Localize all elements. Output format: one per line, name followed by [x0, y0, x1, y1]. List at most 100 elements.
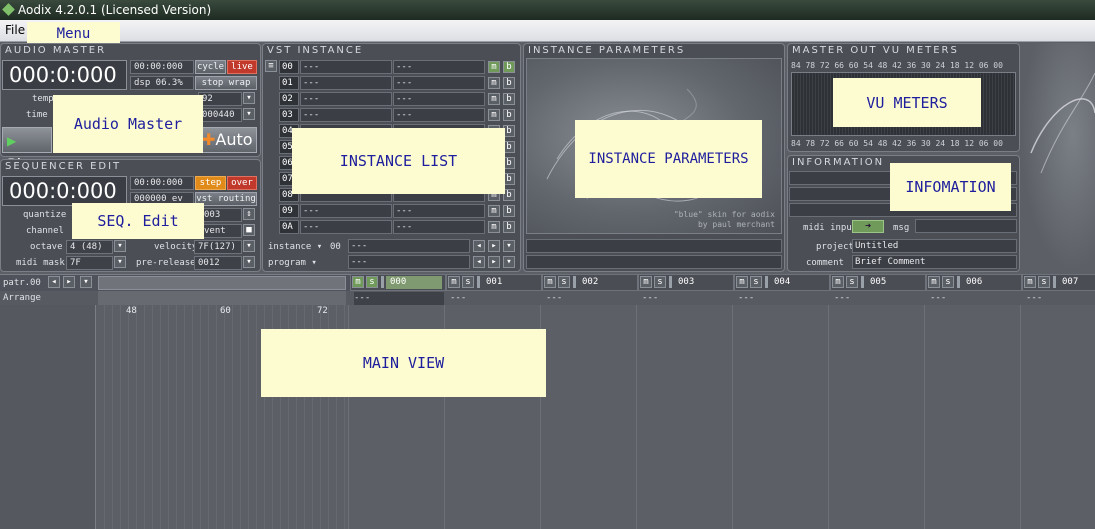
- instance-mute-button[interactable]: m: [488, 77, 500, 89]
- track-column[interactable]: [828, 305, 924, 529]
- track-mute-button[interactable]: m: [640, 276, 652, 288]
- channel-toggle-icon[interactable]: ■: [243, 224, 255, 236]
- track-arrange-cell[interactable]: ---: [834, 292, 924, 305]
- track-arrange-cell[interactable]: ---: [930, 292, 1020, 305]
- instance-bypass-button[interactable]: b: [503, 109, 515, 121]
- project-value[interactable]: Untitled: [852, 239, 1017, 253]
- octave-dropdown-icon[interactable]: ▾: [114, 240, 126, 252]
- instance-bypass-button[interactable]: b: [503, 61, 515, 73]
- instance-row-number[interactable]: 09: [279, 204, 299, 218]
- instance-bypass-button[interactable]: b: [503, 205, 515, 217]
- time-signature-value[interactable]: 000440: [198, 108, 242, 122]
- track-number[interactable]: 001: [482, 276, 538, 289]
- instance-row-number[interactable]: 02: [279, 92, 299, 106]
- pattern-next-icon[interactable]: ▸: [63, 276, 75, 288]
- stop-wrap-button[interactable]: stop wrap: [195, 76, 257, 90]
- instance-mute-button[interactable]: m: [488, 109, 500, 121]
- track-number[interactable]: 002: [578, 276, 634, 289]
- track-number[interactable]: 000: [386, 276, 442, 289]
- instance-row-number[interactable]: 01: [279, 76, 299, 90]
- program-dropdown-icon[interactable]: ▾: [503, 256, 515, 268]
- track-mute-button[interactable]: m: [352, 276, 364, 288]
- track-solo-button[interactable]: s: [366, 276, 378, 288]
- track-mute-button[interactable]: m: [1024, 276, 1036, 288]
- pattern-name-field[interactable]: [98, 276, 346, 290]
- play-button[interactable]: ▶ Play: [2, 127, 52, 174]
- time-signature-dropdown-icon[interactable]: ▾: [243, 108, 255, 120]
- arrange-strip[interactable]: [98, 291, 346, 305]
- track-solo-button[interactable]: s: [846, 276, 858, 288]
- track-number[interactable]: 007: [1058, 276, 1095, 289]
- quantize-spinner-icon[interactable]: ⇕: [243, 208, 255, 220]
- instance-row-name[interactable]: ---: [300, 204, 392, 218]
- track-mute-button[interactable]: m: [736, 276, 748, 288]
- track-arrange-cell[interactable]: ---: [450, 292, 540, 305]
- pre-release-dropdown-icon[interactable]: ▾: [243, 256, 255, 268]
- parameter-bar-2[interactable]: [526, 255, 782, 269]
- instance-next-icon[interactable]: ▸: [488, 240, 500, 252]
- track-mute-button[interactable]: m: [928, 276, 940, 288]
- pre-release-value[interactable]: 0012: [194, 256, 242, 270]
- instance-row-program[interactable]: ---: [393, 60, 485, 74]
- vst-routing-button[interactable]: vst routing: [195, 192, 257, 206]
- track-mute-button[interactable]: m: [832, 276, 844, 288]
- velocity-value[interactable]: 7F(127): [194, 240, 242, 254]
- track-mute-button[interactable]: m: [448, 276, 460, 288]
- octave-value[interactable]: 4 (48): [66, 240, 113, 254]
- program-next-icon[interactable]: ▸: [488, 256, 500, 268]
- instance-mute-button[interactable]: m: [488, 61, 500, 73]
- instance-row-program[interactable]: ---: [393, 108, 485, 122]
- track-number[interactable]: 004: [770, 276, 826, 289]
- track-number[interactable]: 003: [674, 276, 730, 289]
- live-button[interactable]: live: [227, 60, 257, 74]
- instance-row-program[interactable]: ---: [393, 220, 485, 234]
- track-number[interactable]: 005: [866, 276, 922, 289]
- track-solo-button[interactable]: s: [750, 276, 762, 288]
- track-solo-button[interactable]: s: [1038, 276, 1050, 288]
- instance-mute-button[interactable]: m: [488, 93, 500, 105]
- step-button[interactable]: step: [195, 176, 226, 190]
- quantize-value[interactable]: 003: [200, 208, 242, 222]
- track-arrange-cell[interactable]: ---: [738, 292, 828, 305]
- track-arrange-cell[interactable]: ---: [1026, 292, 1095, 305]
- comment-value[interactable]: Brief Comment: [852, 255, 1017, 269]
- track-arrange-cell[interactable]: ---: [354, 292, 444, 305]
- instance-mute-button[interactable]: m: [488, 221, 500, 233]
- instance-bypass-button[interactable]: b: [503, 93, 515, 105]
- instance-bypass-button[interactable]: b: [503, 221, 515, 233]
- channel-value[interactable]: vent: [200, 224, 242, 238]
- track-column[interactable]: [1020, 305, 1095, 529]
- tempo-dropdown-icon[interactable]: ▾: [243, 92, 255, 104]
- parameter-bar-1[interactable]: [526, 239, 782, 253]
- track-mute-button[interactable]: m: [544, 276, 556, 288]
- track-solo-button[interactable]: s: [558, 276, 570, 288]
- over-button[interactable]: over: [227, 176, 257, 190]
- instance-row-name[interactable]: ---: [300, 92, 392, 106]
- track-column[interactable]: [924, 305, 1020, 529]
- midi-mask-value[interactable]: 7F: [66, 256, 113, 270]
- track-solo-button[interactable]: s: [942, 276, 954, 288]
- velocity-dropdown-icon[interactable]: ▾: [243, 240, 255, 252]
- track-solo-button[interactable]: s: [462, 276, 474, 288]
- instance-bypass-button[interactable]: b: [503, 77, 515, 89]
- instance-row-name[interactable]: ---: [300, 108, 392, 122]
- auto-button[interactable]: ✚Auto: [198, 127, 257, 153]
- cycle-button[interactable]: cycle: [195, 60, 226, 74]
- pattern-number[interactable]: 00: [30, 277, 41, 289]
- instance-row-name[interactable]: ---: [300, 220, 392, 234]
- track-column[interactable]: [540, 305, 636, 529]
- instance-mute-button[interactable]: m: [488, 205, 500, 217]
- list-menu-icon[interactable]: ≡: [265, 60, 277, 72]
- menu-file[interactable]: File: [5, 23, 25, 37]
- tempo-value[interactable]: 92: [198, 92, 242, 106]
- pattern-prev-icon[interactable]: ◂: [48, 276, 60, 288]
- track-column[interactable]: [636, 305, 732, 529]
- instance-row-number[interactable]: 03: [279, 108, 299, 122]
- instance-dropdown-icon[interactable]: ▾: [503, 240, 515, 252]
- track-number[interactable]: 006: [962, 276, 1018, 289]
- track-solo-button[interactable]: s: [654, 276, 666, 288]
- instance-row-number[interactable]: 00: [279, 60, 299, 74]
- track-column[interactable]: [732, 305, 828, 529]
- pattern-dropdown-icon[interactable]: ▾: [80, 276, 92, 288]
- instance-row-program[interactable]: ---: [393, 76, 485, 90]
